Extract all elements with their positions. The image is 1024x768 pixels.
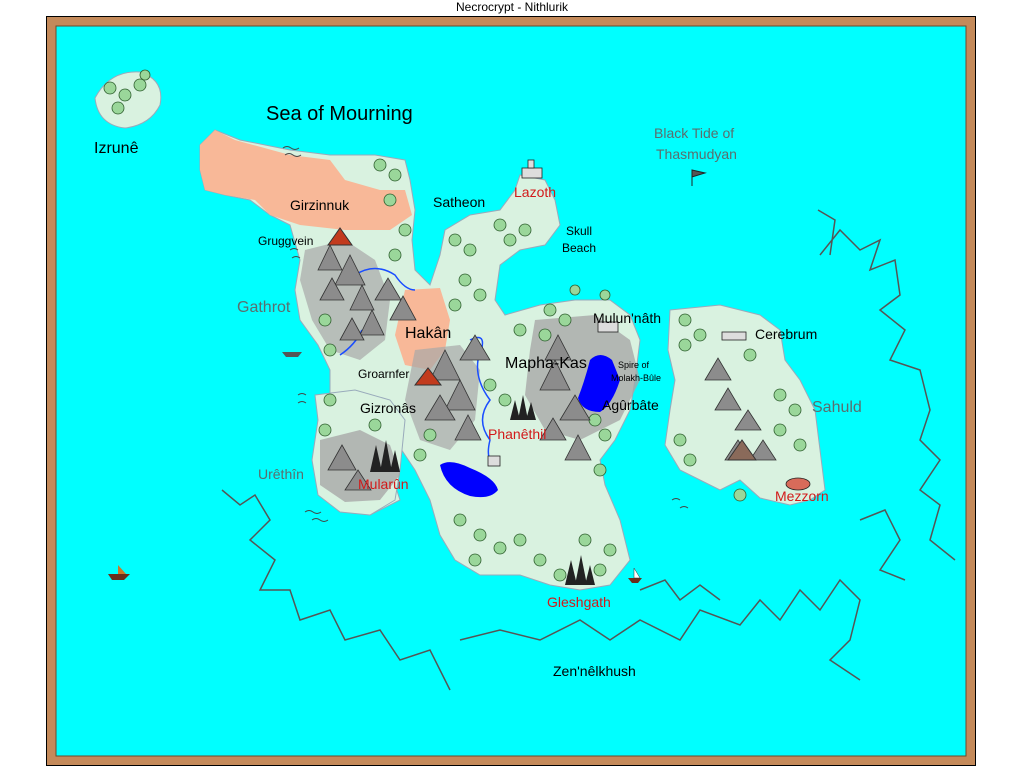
label-groarnfer: Groarnfer xyxy=(358,367,410,381)
label-mulun-nath: Mulun'nâth xyxy=(593,310,662,326)
label-skull-beach-2: Beach xyxy=(562,241,597,255)
label-gizronas: Gizronâs xyxy=(360,400,417,416)
label-spire-1: Spire of xyxy=(618,360,650,370)
label-hakan: Hakân xyxy=(405,325,452,342)
label-sahuld: Sahuld xyxy=(812,399,862,416)
label-zennelkhush: Zen'nêlkhush xyxy=(553,663,636,679)
label-cerebrum: Cerebrum xyxy=(755,326,818,342)
map-canvas xyxy=(55,25,967,757)
label-gleshgath: Gleshgath xyxy=(547,594,611,610)
label-skull-beach-1: Skull xyxy=(566,224,593,238)
label-satheon: Satheon xyxy=(433,194,486,210)
label-gruggvein: Gruggvein xyxy=(258,234,314,248)
label-lazoth: Lazoth xyxy=(514,184,557,200)
label-spire-2: Molakh-Bûle xyxy=(611,373,662,383)
label-sea-of-mourning: Sea of Mourning xyxy=(266,103,413,125)
label-mezzorn: Mezzorn xyxy=(775,488,829,504)
label-mapha-kas: Mapha-Kas xyxy=(505,355,587,372)
label-agurbate: Agûrbâte xyxy=(602,397,659,413)
label-urethin: Urêthîn xyxy=(258,466,304,482)
label-izrune: Izrunê xyxy=(94,140,139,157)
label-gathrot: Gathrot xyxy=(237,299,291,316)
label-phanethil: Phanêthil xyxy=(488,426,547,442)
label-mularun: Mularûn xyxy=(358,476,409,492)
label-black-tide-2: Thasmudyan xyxy=(656,146,737,162)
label-girzinnuk: Girzinnuk xyxy=(290,197,350,213)
label-black-tide: Black Tide of xyxy=(654,125,735,141)
